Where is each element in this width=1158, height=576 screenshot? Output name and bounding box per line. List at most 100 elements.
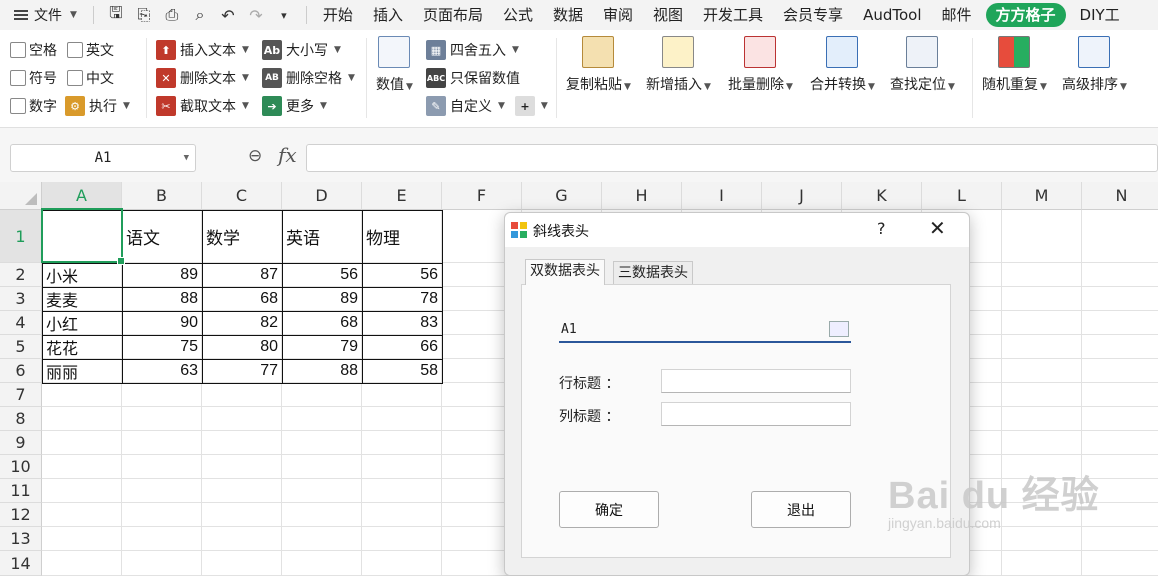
extract-text-button[interactable]: ✂ 截取文本 ▼ [156,92,249,120]
print-icon[interactable]: ⎙ [162,5,182,25]
column-header-c[interactable]: C [202,182,282,210]
tab-data[interactable]: 数据 [543,0,593,30]
row-header-8[interactable]: 8 [0,407,42,431]
column-header-d[interactable]: D [282,182,362,210]
file-menu[interactable]: 文件 ▼ [0,0,87,30]
cell-score[interactable]: 79 [282,335,362,359]
cell-header-e1[interactable]: 物理 [362,210,442,263]
cell-score[interactable]: 68 [282,311,362,335]
cell-score[interactable]: 89 [122,263,202,287]
formula-input[interactable] [306,144,1158,172]
column-header-f[interactable]: F [442,182,522,210]
ok-button[interactable]: 确定 [559,491,659,528]
tab-audtool[interactable]: AudTool [853,0,931,30]
customize-toolbar-icon[interactable]: ▾ [274,5,294,25]
cell-name[interactable]: 小红 [42,311,122,335]
cell-score[interactable]: 66 [362,335,442,359]
cell-score[interactable]: 88 [282,359,362,383]
column-header-m[interactable]: M [1002,182,1082,210]
round-button[interactable]: ▦ 四舍五入 ▼ [426,36,548,64]
redo-icon[interactable]: ↷ [246,5,266,25]
row-header-14[interactable]: 14 [0,551,42,576]
delete-text-button[interactable]: ✕ 删除文本 ▼ [156,64,249,92]
cell-score[interactable]: 63 [122,359,202,383]
exit-button[interactable]: 退出 [751,491,851,528]
checkbox-number[interactable] [10,98,26,114]
select-all-corner[interactable] [0,182,42,210]
advanced-sort-button[interactable]: 高级排序 ▼ [1062,36,1127,94]
cell-score[interactable]: 88 [122,287,202,311]
tab-view[interactable]: 视图 [643,0,693,30]
cell-name[interactable]: 小米 [42,263,122,287]
row-header-7[interactable]: 7 [0,383,42,407]
help-icon[interactable]: ? [877,219,886,238]
cell-header-d1[interactable]: 英语 [282,210,362,263]
cell-score[interactable]: 83 [362,311,442,335]
tab-two-data-header[interactable]: 双数据表头 [525,259,605,285]
column-header-h[interactable]: H [602,182,682,210]
delete-space-button[interactable]: AB 删除空格 ▼ [262,64,355,92]
tab-home[interactable]: 开始 [313,0,363,30]
insert-text-button[interactable]: ⬆ 插入文本 ▼ [156,36,249,64]
column-header-i[interactable]: I [682,182,762,210]
column-header-n[interactable]: N [1082,182,1158,210]
row-header-9[interactable]: 9 [0,431,42,455]
custom-button[interactable]: ✎ 自定义 ▼ + ▼ [426,92,548,120]
checkbox-chinese[interactable] [67,70,83,86]
column-header-g[interactable]: G [522,182,602,210]
row-header-2[interactable]: 2 [0,263,42,287]
tab-mail[interactable]: 邮件 [932,0,982,30]
numeric-button[interactable]: 数值 ▼ [376,36,413,94]
cell-score[interactable]: 90 [122,311,202,335]
checkbox-english[interactable] [67,42,83,58]
tab-fangfang-gezi[interactable]: 方方格子 [985,3,1066,27]
case-button[interactable]: Ab 大小写 ▼ [262,36,355,64]
tab-diy[interactable]: DIY工 [1070,0,1130,30]
cell-score[interactable]: 56 [282,263,362,287]
row-title-input[interactable] [661,369,851,393]
row-header-6[interactable]: 6 [0,359,42,383]
cell-score[interactable]: 78 [362,287,442,311]
plus-icon[interactable]: + [514,96,535,116]
execute-button[interactable]: ⚙ 执行 ▼ [65,92,130,120]
row-header-11[interactable]: 11 [0,479,42,503]
find-locate-button[interactable]: 查找定位 ▼ [890,36,955,94]
export-icon[interactable]: ⎘ [134,5,154,25]
merge-convert-button[interactable]: 合并转换 ▼ [810,36,875,94]
cell-score[interactable]: 58 [362,359,442,383]
tab-three-data-header[interactable]: 三数据表头 [613,261,693,285]
tab-insert[interactable]: 插入 [363,0,413,30]
row-header-12[interactable]: 12 [0,503,42,527]
tab-page-layout[interactable]: 页面布局 [413,0,493,30]
column-header-k[interactable]: K [842,182,922,210]
save-icon[interactable]: 🖫 [106,3,126,25]
row-header-5[interactable]: 5 [0,335,42,359]
cell-score[interactable]: 80 [202,335,282,359]
row-header-4[interactable]: 4 [0,311,42,335]
name-box[interactable]: A1 ▼ [10,144,196,172]
copy-paste-button[interactable]: 复制粘贴 ▼ [566,36,631,94]
row-header-13[interactable]: 13 [0,527,42,551]
column-header-b[interactable]: B [122,182,202,210]
batch-delete-button[interactable]: 批量删除 ▼ [728,36,793,94]
range-select-icon[interactable] [829,321,849,337]
range-input[interactable]: A1 [559,319,851,343]
tab-review[interactable]: 审阅 [593,0,643,30]
cell-name[interactable]: 麦麦 [42,287,122,311]
print-preview-icon[interactable]: ⌕ [190,5,210,25]
row-header-10[interactable]: 10 [0,455,42,479]
keep-value-button[interactable]: ABC 只保留数值 [426,64,548,92]
tab-member[interactable]: 会员专享 [773,0,853,30]
close-icon[interactable]: ✕ [929,216,946,240]
column-header-e[interactable]: E [362,182,442,210]
cell-header-c1[interactable]: 数学 [202,210,282,263]
tab-formulas[interactable]: 公式 [493,0,543,30]
add-insert-button[interactable]: 新增插入 ▼ [646,36,711,94]
cell-score[interactable]: 82 [202,311,282,335]
column-header-j[interactable]: J [762,182,842,210]
cell-name[interactable]: 花花 [42,335,122,359]
tab-developer[interactable]: 开发工具 [693,0,773,30]
zoom-icon[interactable]: ⊖ [248,146,262,166]
undo-icon[interactable]: ↶ [218,5,238,25]
cell-score[interactable]: 77 [202,359,282,383]
